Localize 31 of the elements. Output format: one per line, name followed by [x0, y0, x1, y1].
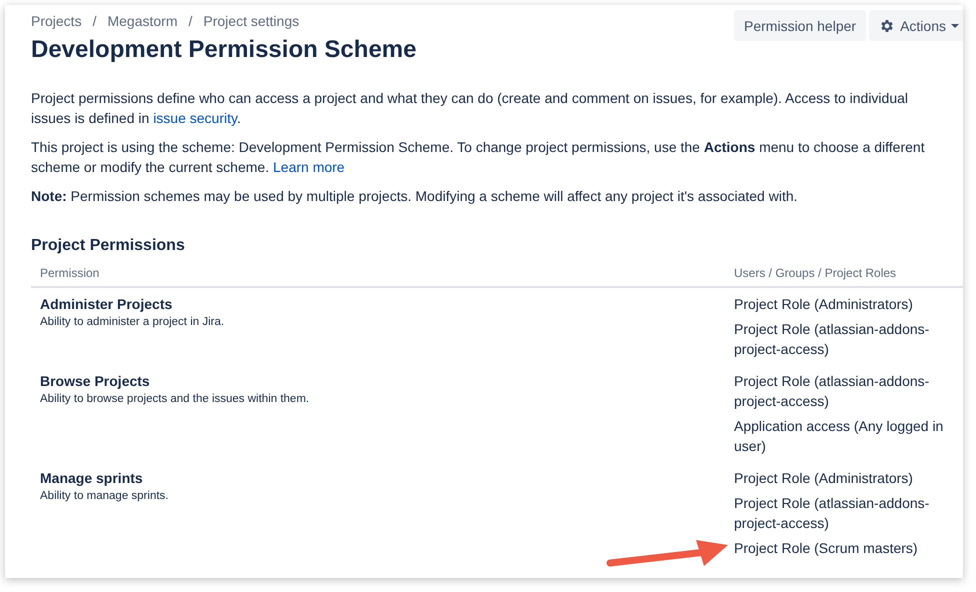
breadcrumb-separator: / — [92, 13, 96, 29]
permission-name: Administer Projects — [40, 296, 172, 313]
grant-entry: Project Role (Administrators) — [734, 295, 913, 314]
breadcrumb-link[interactable]: Projects — [31, 13, 82, 29]
actions-button[interactable]: Actions — [869, 10, 963, 41]
permission-name: Browse Projects — [40, 373, 150, 390]
permission-description: Ability to manage sprints. — [40, 490, 168, 502]
caret-icon — [951, 22, 959, 28]
description-paragraph: Project permissions define who can access a project and what they can do (create and comment on issues, for example). Access to individual issues is defined in issue security. — [31, 89, 910, 128]
grant-entry: Project Role (atlassian-addons-project-access) — [734, 494, 930, 533]
section-heading: Project Permissions — [31, 236, 186, 256]
breadcrumb-link[interactable]: Project settings — [203, 13, 300, 29]
breadcrumb-link[interactable]: Megastorm — [107, 13, 178, 29]
gear-icon — [879, 18, 896, 34]
breadcrumb-separator: / — [188, 13, 192, 29]
description-paragraph: Note: Permission schemes may be used by multiple projects. Modifying a scheme will affect any project it's associated with. — [31, 187, 799, 206]
column-header: Users / Groups / Project Roles — [733, 266, 896, 280]
inline-link[interactable]: issue security — [153, 110, 237, 126]
permission-helper-button[interactable]: Permission helper — [734, 10, 866, 41]
grant-entry: Project Role (Administrators) — [734, 469, 913, 488]
grant-entry: Project Role (atlassian-addons-project-access) — [734, 320, 930, 359]
grant-entry: Project Role (atlassian-addons-project-access) — [734, 372, 930, 411]
permission-description: Ability to browse projects and the issues within them. — [40, 393, 310, 405]
grant-entry: Project Role (Scrum masters) — [734, 539, 918, 558]
grant-entry: Application access (Any logged in user) — [734, 417, 944, 456]
permission-name: Manage sprints — [40, 470, 143, 487]
inline-link[interactable]: Learn more — [273, 159, 345, 175]
column-header: Permission — [39, 266, 100, 280]
permission-description: Ability to administer a project in Jira. — [40, 316, 224, 328]
page-title: Development Permission Scheme — [31, 35, 418, 65]
description-paragraph: This project is using the scheme: Development Permission Scheme. To change project permissions, use the Actions menu to choose a different scheme or modify the current scheme. Learn more — [31, 138, 926, 177]
